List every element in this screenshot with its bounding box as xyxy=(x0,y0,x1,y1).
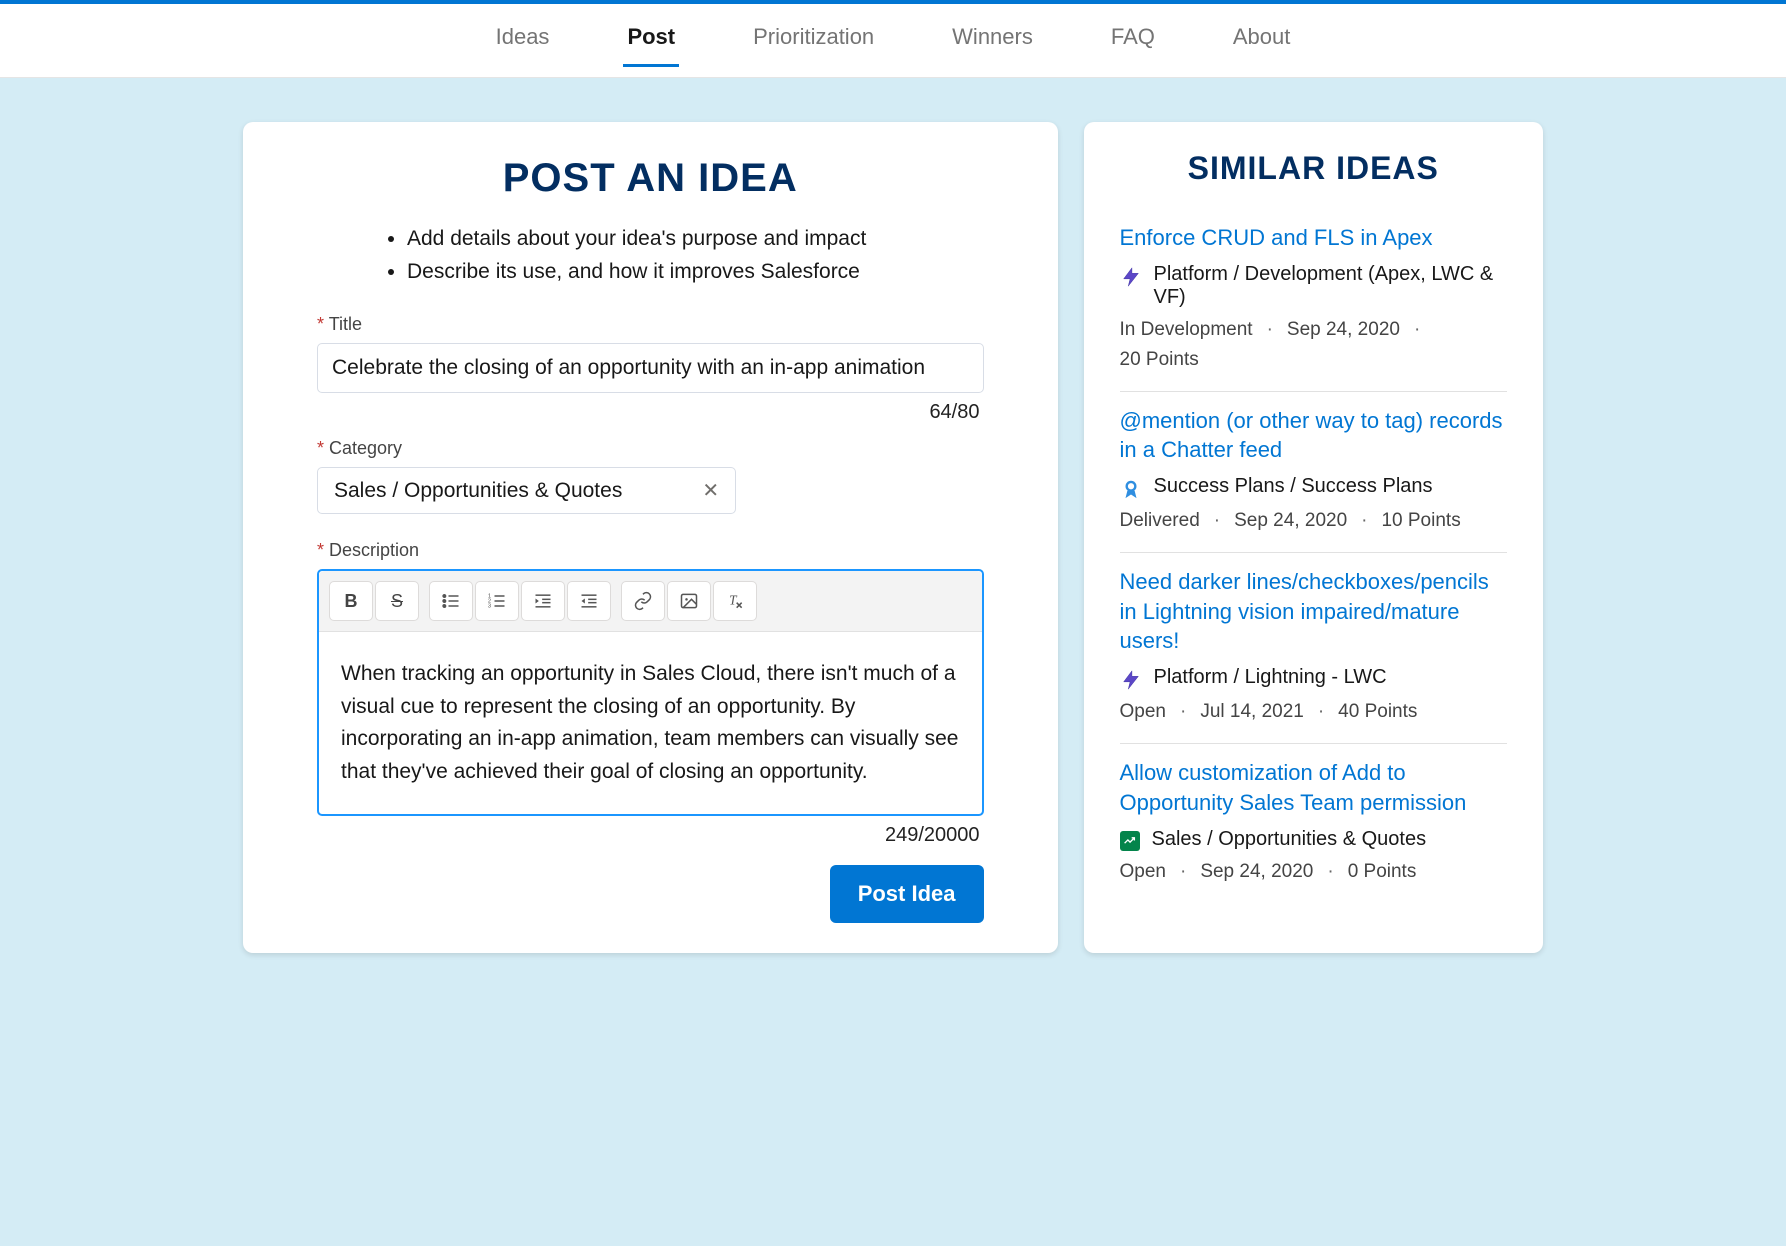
nav-ideas[interactable]: Ideas xyxy=(492,18,554,67)
post-idea-card: POST AN IDEA Add details about your idea… xyxy=(243,122,1058,953)
tip-item: Describe its use, and how it improves Sa… xyxy=(407,256,984,289)
idea-meta: Delivered Sep 24, 2020 10 Points xyxy=(1120,510,1508,532)
ribbon-icon xyxy=(1120,478,1142,500)
idea-meta: Open Sep 24, 2020 0 Points xyxy=(1120,861,1508,883)
nav-prioritization[interactable]: Prioritization xyxy=(749,18,878,67)
category-chip[interactable]: Sales / Opportunities & Quotes ✕ xyxy=(317,467,736,514)
idea-meta: Open Jul 14, 2021 40 Points xyxy=(1120,701,1508,723)
idea-category: Platform / Lightning - LWC xyxy=(1154,666,1387,689)
category-chip-label: Sales / Opportunities & Quotes xyxy=(334,479,622,503)
numbered-list-button[interactable]: 123 xyxy=(475,581,519,621)
idea-link[interactable]: @mention (or other way to tag) records i… xyxy=(1120,406,1508,465)
description-editor: B S 123 T When tracking an opportunity i… xyxy=(317,569,984,816)
title-counter: 64/80 xyxy=(317,401,980,424)
bullet-list-button[interactable] xyxy=(429,581,473,621)
idea-meta: In Development Sep 24, 2020 20 Points xyxy=(1120,319,1508,371)
bolt-icon xyxy=(1120,669,1142,691)
idea-category: Success Plans / Success Plans xyxy=(1154,475,1433,498)
chart-icon xyxy=(1120,831,1140,851)
link-button[interactable] xyxy=(621,581,665,621)
strikethrough-button[interactable]: S xyxy=(375,581,419,621)
clear-format-button[interactable]: T xyxy=(713,581,757,621)
nav-winners[interactable]: Winners xyxy=(948,18,1037,67)
idea-link[interactable]: Need darker lines/checkboxes/pencils in … xyxy=(1120,567,1508,656)
indent-button[interactable] xyxy=(521,581,565,621)
idea-category: Sales / Opportunities & Quotes xyxy=(1152,828,1427,851)
similar-idea: Enforce CRUD and FLS in Apex Platform / … xyxy=(1120,209,1508,392)
similar-idea: Need darker lines/checkboxes/pencils in … xyxy=(1120,553,1508,744)
similar-idea: @mention (or other way to tag) records i… xyxy=(1120,392,1508,553)
description-input[interactable]: When tracking an opportunity in Sales Cl… xyxy=(319,632,982,814)
nav-faq[interactable]: FAQ xyxy=(1107,18,1159,67)
post-idea-button[interactable]: Post Idea xyxy=(830,865,984,923)
nav-post[interactable]: Post xyxy=(623,18,679,67)
similar-ideas-card: SIMILAR IDEAS Enforce CRUD and FLS in Ap… xyxy=(1084,122,1544,953)
category-label: Category xyxy=(317,438,984,459)
idea-link[interactable]: Allow customization of Add to Opportunit… xyxy=(1120,758,1508,817)
description-counter: 249/20000 xyxy=(317,824,980,847)
idea-link[interactable]: Enforce CRUD and FLS in Apex xyxy=(1120,223,1508,253)
image-button[interactable] xyxy=(667,581,711,621)
bolt-icon xyxy=(1120,266,1142,288)
top-nav: Ideas Post Prioritization Winners FAQ Ab… xyxy=(0,4,1786,78)
editor-toolbar: B S 123 T xyxy=(319,571,982,632)
svg-text:3: 3 xyxy=(488,604,491,610)
similar-ideas-heading: SIMILAR IDEAS xyxy=(1120,150,1508,187)
title-input[interactable] xyxy=(317,343,984,393)
tip-item: Add details about your idea's purpose an… xyxy=(407,223,984,256)
bold-button[interactable]: B xyxy=(329,581,373,621)
svg-text:T: T xyxy=(729,592,738,607)
similar-idea: Allow customization of Add to Opportunit… xyxy=(1120,744,1508,902)
nav-about[interactable]: About xyxy=(1229,18,1295,67)
idea-category: Platform / Development (Apex, LWC & VF) xyxy=(1154,263,1508,309)
outdent-button[interactable] xyxy=(567,581,611,621)
title-label: Title xyxy=(317,314,984,335)
description-label: Description xyxy=(317,540,984,561)
close-icon[interactable]: ✕ xyxy=(702,478,719,503)
tips-list: Add details about your idea's purpose an… xyxy=(317,223,984,288)
page-title: POST AN IDEA xyxy=(317,156,984,201)
